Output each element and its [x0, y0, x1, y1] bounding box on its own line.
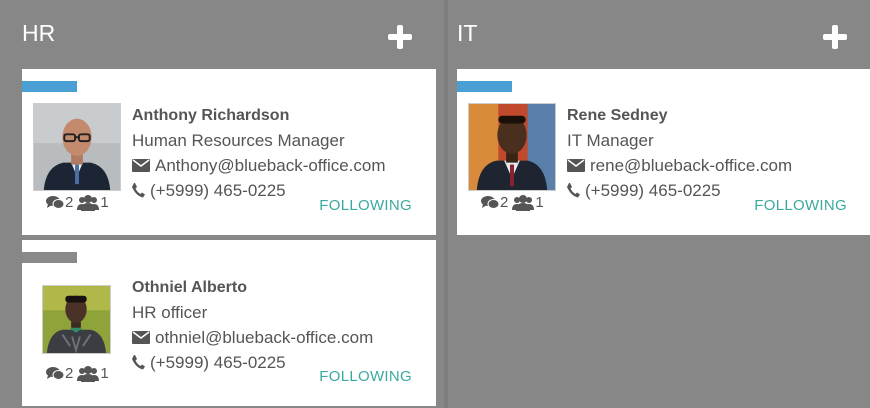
- phone-text: (+5999) 465-0225: [150, 353, 286, 372]
- phone-icon: [132, 183, 145, 198]
- comments-icon: [481, 195, 499, 209]
- followers-count: 1: [535, 194, 544, 211]
- employee-info: Anthony Richardson Human Resources Manag…: [132, 103, 386, 203]
- users-icon: [77, 365, 100, 382]
- employee-email[interactable]: othniel@blueback-office.com: [132, 325, 373, 350]
- followers-count: 1: [100, 194, 109, 211]
- users-icon: [77, 194, 100, 211]
- employee-name[interactable]: Anthony Richardson: [132, 103, 386, 128]
- phone-text: (+5999) 465-0225: [150, 181, 286, 200]
- comments-count: 2: [65, 365, 74, 382]
- employee-card[interactable]: 2 1 Anthony Richardson Human Resources M…: [22, 69, 436, 235]
- employee-photo[interactable]: [42, 285, 111, 354]
- card-stats: 2 1: [46, 365, 109, 382]
- card-stats: 2 1: [481, 194, 544, 211]
- job-title-text: HR officer: [132, 303, 208, 322]
- comments-count: 2: [500, 194, 509, 211]
- followers-stat[interactable]: 1: [77, 194, 109, 211]
- portrait-photo-icon: [34, 104, 120, 190]
- comments-stat[interactable]: 2: [46, 365, 73, 382]
- portrait-photo-icon: [43, 286, 110, 353]
- email-text: othniel@blueback-office.com: [155, 328, 374, 347]
- email-text: rene@blueback-office.com: [590, 156, 793, 175]
- envelope-icon: [132, 331, 150, 344]
- employee-job-title: Human Resources Manager: [132, 128, 386, 153]
- followers-count: 1: [100, 365, 109, 382]
- phone-icon: [567, 183, 580, 198]
- card-accent-bar: [22, 81, 77, 92]
- email-text: Anthony@blueback-office.com: [155, 156, 386, 175]
- following-button[interactable]: FOLLOWING: [319, 368, 412, 385]
- employee-name[interactable]: Rene Sedney: [567, 103, 792, 128]
- comments-icon: [46, 195, 64, 209]
- portrait-photo-icon: [469, 104, 555, 190]
- card-accent-bar: [457, 81, 512, 92]
- add-icon[interactable]: [823, 25, 847, 49]
- comments-count: 2: [65, 194, 74, 211]
- employee-photo[interactable]: [468, 103, 556, 191]
- comments-icon: [46, 366, 64, 380]
- column-header: IT: [448, 0, 870, 68]
- comments-stat[interactable]: 2: [481, 194, 508, 211]
- phone-icon: [132, 355, 145, 370]
- followers-stat[interactable]: 1: [77, 365, 109, 382]
- job-title-text: Human Resources Manager: [132, 131, 345, 150]
- followers-stat[interactable]: 1: [512, 194, 544, 211]
- column-title: HR: [22, 20, 56, 46]
- employee-job-title: IT Manager: [567, 128, 792, 153]
- column-it: IT 2 1 Rene Sedney IT Manager rene@blueb…: [448, 0, 870, 408]
- users-icon: [512, 194, 535, 211]
- comments-stat[interactable]: 2: [46, 194, 73, 211]
- envelope-icon: [132, 159, 150, 172]
- add-icon[interactable]: [388, 25, 412, 49]
- following-button[interactable]: FOLLOWING: [319, 197, 412, 214]
- employee-card[interactable]: 2 1 Rene Sedney IT Manager rene@blueback…: [457, 69, 870, 235]
- column-header: HR: [0, 0, 444, 68]
- employee-email[interactable]: Anthony@blueback-office.com: [132, 153, 386, 178]
- following-button[interactable]: FOLLOWING: [754, 197, 847, 214]
- card-stats: 2 1: [46, 194, 109, 211]
- employee-card[interactable]: 2 1 Othniel Alberto HR officer othniel@b…: [22, 240, 436, 406]
- employee-job-title: HR officer: [132, 300, 373, 325]
- card-accent-bar: [22, 252, 77, 263]
- phone-text: (+5999) 465-0225: [585, 181, 721, 200]
- employee-info: Othniel Alberto HR officer othniel@blueb…: [132, 275, 373, 375]
- envelope-icon: [567, 159, 585, 172]
- employee-photo[interactable]: [33, 103, 121, 191]
- job-title-text: IT Manager: [567, 131, 654, 150]
- employee-email[interactable]: rene@blueback-office.com: [567, 153, 792, 178]
- column-hr: HR 2 1 Anthony Richardson Human Resource…: [0, 0, 444, 408]
- employee-info: Rene Sedney IT Manager rene@blueback-off…: [567, 103, 792, 203]
- employee-name[interactable]: Othniel Alberto: [132, 275, 373, 300]
- column-title: IT: [457, 20, 478, 46]
